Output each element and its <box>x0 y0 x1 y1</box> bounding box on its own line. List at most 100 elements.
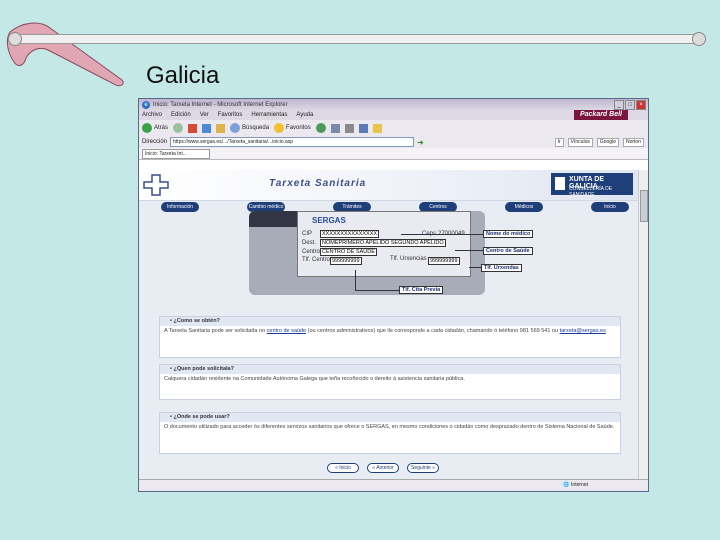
dest-label: Dest. <box>302 240 317 246</box>
slide-title: Galicia <box>146 62 220 89</box>
home-icon[interactable] <box>216 123 226 133</box>
history-icon[interactable] <box>315 123 326 133</box>
scrollbar-thumb[interactable] <box>640 190 648 222</box>
cip-value: XXXXXXXXXXXXXXX <box>320 230 380 238</box>
section-heading-text: ¿Onde se pode usar? <box>173 414 230 420</box>
close-button[interactable]: × <box>636 99 646 110</box>
edit-icon[interactable] <box>358 123 368 133</box>
section-heading: • ¿Como se obtén? <box>160 317 620 326</box>
xunta-department: CONSELLERÍA DE SANIDADE <box>569 186 613 198</box>
bottom-nav-anterior[interactable]: « Anterior <box>367 463 399 473</box>
centre-value: CENTRO DE SAÚDE <box>320 248 377 256</box>
print-icon[interactable] <box>344 123 354 133</box>
section-where-to-use: • ¿Onde se pode usar? O documento utiliz… <box>159 412 621 454</box>
menu-edit[interactable]: Edición <box>171 112 191 118</box>
section-heading-text: ¿Quen pode solicitala? <box>173 366 234 372</box>
callout-health-centre: Centro de Saúde <box>483 247 533 255</box>
link-health-centre[interactable]: centro de saúde <box>267 328 306 334</box>
callout-appointment-phone: Tlf. Cita Previa <box>399 286 444 294</box>
sergas-cross-icon <box>143 174 169 196</box>
window-title: Inicio: Tarxeta Internet - Microsoft Int… <box>153 101 288 108</box>
search-button[interactable]: Búsqueda <box>230 123 269 133</box>
menu-view[interactable]: Ver <box>200 112 209 118</box>
bottom-nav-inicio[interactable]: « Inicio <box>327 463 359 473</box>
browser-window: e Inicio: Tarxeta Internet - Microsoft I… <box>138 98 649 492</box>
card-face: SERGAS CIP XXXXXXXXXXXXXXX Ceps 27000049… <box>297 211 471 277</box>
callout-line-centre <box>455 250 483 251</box>
section-body: Calquera cidadán residente na Comunidade… <box>164 376 465 382</box>
section-heading: • ¿Onde se pode usar? <box>160 413 620 422</box>
go-arrow-icon[interactable]: ➜ <box>417 138 424 147</box>
decorative-rule <box>8 32 706 46</box>
ie-logo-icon: e <box>142 100 150 109</box>
address-input[interactable]: https://www.sergas.es/.../Tarxeta_sanita… <box>170 137 415 147</box>
search-icon <box>230 123 241 133</box>
tab-inicio[interactable]: Inicio: Tarxeta Int... <box>142 148 210 159</box>
section-text: A Tarxeta Sanitaria pode ser solicitada … <box>164 328 267 334</box>
sergas-logo: SERGAS <box>312 216 346 225</box>
patient-name: NOMEPRIMERO APELIDO SEGUNDO APELIDO <box>320 239 446 247</box>
section-heading: • ¿Quen pode solicitala? <box>160 365 620 374</box>
address-label: Dirección <box>142 139 168 145</box>
status-bar: 🌐 Internet <box>139 479 648 491</box>
health-card-illustration: SERGAS CIP XXXXXXXXXXXXXXX Ceps 27000049… <box>249 211 485 295</box>
menu-tools[interactable]: Herramientas <box>251 112 287 118</box>
menu-help[interactable]: Ayuda <box>296 112 313 118</box>
links-button[interactable]: Vínculos <box>567 137 593 147</box>
search-label: Búsqueda <box>242 125 270 131</box>
google-button[interactable]: Google <box>596 137 619 147</box>
section-body: O documento utilizado para acceder ós di… <box>164 424 615 430</box>
bottom-nav: « Inicio « Anterior Seguinte » <box>327 463 439 473</box>
forward-arrow-icon[interactable] <box>173 123 184 133</box>
address-bar: Dirección https://www.sergas.es/.../Tarx… <box>139 136 648 148</box>
callout-doctor-name: Nome do médico <box>483 230 534 238</box>
toolbar: Atrás Búsqueda Favoritos <box>139 120 648 136</box>
xunta-logo: XUNTA DE GALICIA CONSELLERÍA DE SANIDADE <box>551 173 633 198</box>
section-how-to-obtain: • ¿Como se obtén? A Tarxeta Sanitaria po… <box>159 316 621 358</box>
minimize-button[interactable]: _ <box>614 99 624 110</box>
banner-title: Tarxeta Sanitaria <box>269 178 367 189</box>
favorites-label: Favoritos <box>286 125 311 131</box>
menu-file[interactable]: Archivo <box>142 112 162 118</box>
tlf-urgencias-label: Tlf. Urxencias <box>390 256 427 262</box>
boomerang-logo <box>6 22 124 87</box>
brand-logo: Packard Bell <box>573 110 628 120</box>
refresh-icon[interactable] <box>202 123 212 133</box>
nav-inicio[interactable]: Inicio <box>591 202 629 212</box>
nav-medicos[interactable]: Médicos <box>505 202 543 212</box>
maximize-button[interactable]: □ <box>625 99 635 110</box>
callout-line-cita-h <box>355 290 399 291</box>
tlf-centro-label: Tlf. Centro <box>302 257 331 263</box>
nav-informacion[interactable]: Información <box>161 202 199 212</box>
status-zone-label: Internet <box>571 482 588 488</box>
bottom-nav-seguinte[interactable]: Seguinte » <box>407 463 439 473</box>
page-content: Tarxeta Sanitaria XUNTA DE GALICIA CONSE… <box>139 170 639 479</box>
callout-urgent-phone: Tlf. Urxendas <box>481 264 522 272</box>
favorites-button[interactable]: Favoritos <box>274 123 311 133</box>
go-button[interactable]: Ir <box>554 137 564 147</box>
norton-button[interactable]: Norton <box>622 137 644 147</box>
back-arrow-icon <box>142 123 152 133</box>
section-body: A Tarxeta Sanitaria pode ser solicitada … <box>160 326 620 337</box>
back-button[interactable]: Atrás <box>142 123 168 133</box>
section-text-cont: (ou centros administrativos) que lle cor… <box>306 328 559 334</box>
link-email[interactable]: tarxeta@sergas.es <box>560 328 606 334</box>
callout-line-urgent <box>469 267 481 268</box>
xunta-shield-icon <box>555 177 565 190</box>
stop-icon[interactable] <box>188 123 198 133</box>
callout-line-doctor <box>401 234 483 235</box>
section-heading-text: ¿Como se obtén? <box>173 318 220 324</box>
site-banner: Tarxeta Sanitaria XUNTA DE GALICIA CONSE… <box>139 170 639 201</box>
vertical-scrollbar[interactable] <box>638 170 648 479</box>
callout-line-cita-v <box>355 270 356 290</box>
star-icon <box>274 123 285 133</box>
mail-icon[interactable] <box>330 123 340 133</box>
tlf-urgencias-value: 999999999 <box>428 257 460 265</box>
menu-favorites[interactable]: Favoritos <box>218 112 243 118</box>
section-who-can-apply: • ¿Quen pode solicitala? Calquera cidadá… <box>159 364 621 400</box>
back-label: Atrás <box>154 125 169 131</box>
status-zone: 🌐 Internet <box>563 482 588 488</box>
menu-bar: Archivo Edición Ver Favoritos Herramient… <box>139 110 648 120</box>
folder-icon[interactable] <box>372 123 382 133</box>
tab-bar: Inicio: Tarxeta Int... <box>139 148 648 160</box>
